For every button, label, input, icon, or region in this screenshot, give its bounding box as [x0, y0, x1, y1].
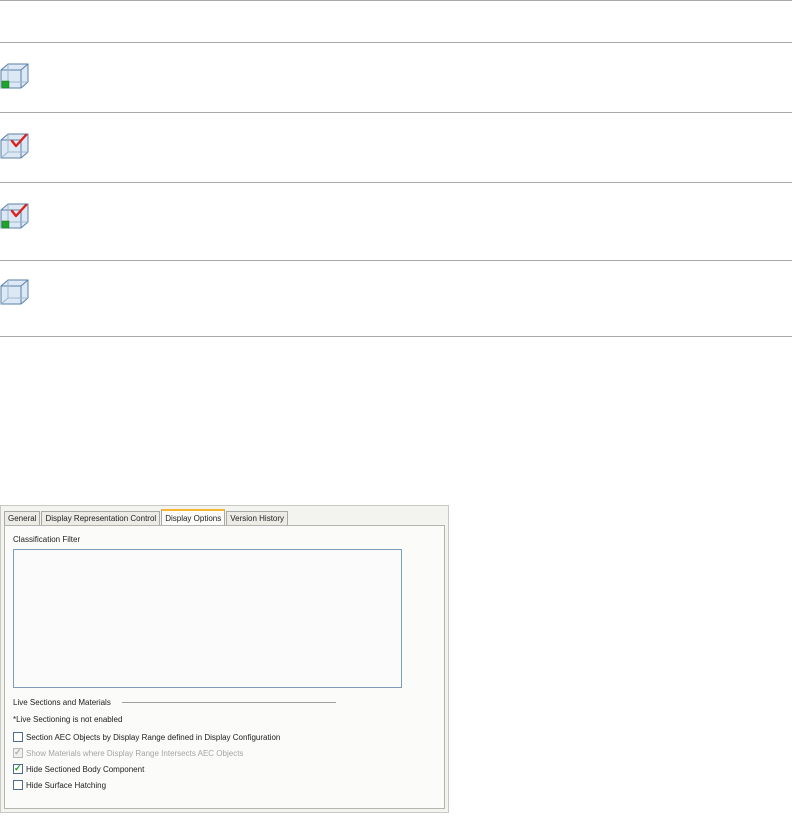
group-divider	[122, 702, 336, 703]
classification-filter-list[interactable]	[13, 549, 402, 688]
classification-filter-label: Classification Filter	[13, 535, 81, 544]
tab-version-history[interactable]: Version History	[226, 511, 289, 525]
cube-green-red-check-icon	[0, 203, 29, 229]
show-materials-label: Show Materials where Display Range Inter…	[26, 748, 244, 758]
show-materials-option: ✓ Show Materials where Display Range Int…	[13, 747, 244, 758]
checkmark-icon: ✓	[14, 747, 22, 757]
hide-sectioned-body-label: Hide Sectioned Body Component	[26, 764, 145, 774]
cube-plain-icon	[0, 279, 29, 305]
section-aec-objects-checkbox[interactable]	[13, 732, 23, 742]
cube-green-square-icon	[0, 63, 29, 89]
table-divider	[0, 336, 792, 337]
tab-display-representation-control[interactable]: Display Representation Control	[41, 511, 161, 525]
show-materials-checkbox: ✓	[13, 747, 23, 758]
table-divider	[0, 42, 792, 43]
tab-general[interactable]: General	[4, 511, 41, 525]
section-aec-objects-label: Section AEC Objects by Display Range def…	[26, 732, 281, 742]
hide-sectioned-body-checkbox[interactable]: ✓	[13, 763, 23, 774]
table-divider	[0, 0, 792, 1]
display-options-panel: Classification Filter Live Sections and …	[4, 525, 445, 809]
live-sections-group-label: Live Sections and Materials	[13, 698, 111, 707]
tab-display-options[interactable]: Display Options	[161, 509, 226, 526]
hide-surface-hatching-checkbox[interactable]	[13, 780, 23, 790]
section-aec-objects-option[interactable]: Section AEC Objects by Display Range def…	[13, 732, 280, 742]
table-divider	[0, 112, 792, 113]
hide-sectioned-body-option[interactable]: ✓ Hide Sectioned Body Component	[13, 763, 145, 774]
properties-dialog: General Display Representation Control D…	[0, 505, 449, 813]
live-sectioning-note: *Live Sectioning is not enabled	[13, 715, 123, 724]
table-divider	[0, 182, 792, 183]
hide-surface-hatching-label: Hide Surface Hatching	[26, 780, 107, 790]
checkmark-icon: ✓	[14, 763, 22, 773]
tab-strip: General Display Representation Control D…	[4, 509, 289, 526]
cube-red-check-icon	[0, 133, 29, 159]
table-divider	[0, 260, 792, 261]
hide-surface-hatching-option[interactable]: Hide Surface Hatching	[13, 780, 106, 790]
